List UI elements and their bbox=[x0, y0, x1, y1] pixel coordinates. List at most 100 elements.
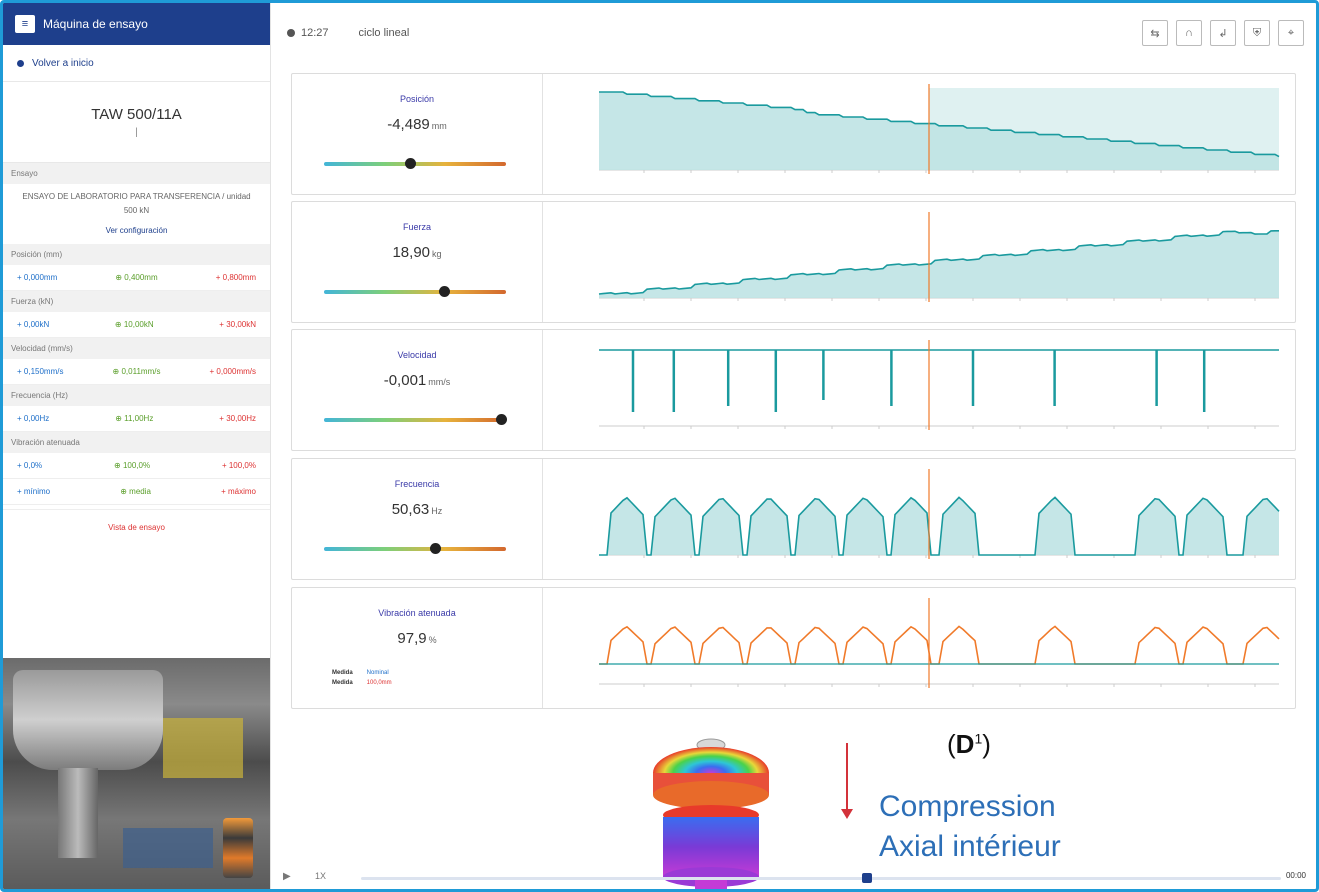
limit-row: + mínimo ⊕ media + máximo bbox=[3, 479, 270, 505]
panel-unit: mm/s bbox=[428, 377, 451, 387]
panel-value: 97,9% bbox=[292, 630, 542, 647]
caption-line2: Axial intérieur bbox=[879, 830, 1061, 863]
timeseries-svg bbox=[599, 469, 1280, 559]
legend-row: Medida Nominal bbox=[332, 668, 392, 678]
panel-title: Velocidad bbox=[397, 350, 437, 360]
gauge-knob bbox=[439, 286, 451, 297]
timeseries-svg bbox=[599, 340, 1279, 430]
panel-value-number: -4,489 bbox=[387, 116, 430, 133]
panel-label-area: Vibración atenuada 97,9% Medida Nominal Medi… bbox=[292, 588, 543, 708]
compression-caption: Compression Axial intérieur bbox=[879, 787, 1061, 867]
tool-button-4[interactable]: ⌖ bbox=[1278, 20, 1304, 46]
series-area bbox=[599, 497, 1279, 555]
test-view-link[interactable]: Vista de ensayo bbox=[3, 509, 270, 544]
limit-row: + 0,150mm/s ⊕ 0,011mm/s + 0,000mm/s bbox=[3, 359, 270, 385]
panel-unit: mm bbox=[431, 121, 447, 131]
photo-piston bbox=[58, 768, 98, 858]
limit-group-head: Posición (mm) bbox=[3, 244, 270, 265]
limit-max[interactable]: + máximo bbox=[221, 487, 256, 496]
machine-photo bbox=[3, 658, 270, 889]
panel-label-area: Frecuencia 50,63 Hz bbox=[292, 459, 543, 579]
tool-button-3[interactable]: ⛨ bbox=[1244, 20, 1270, 46]
legend-b-value: 100,0mm bbox=[366, 680, 392, 686]
value-gauge bbox=[324, 158, 506, 169]
tool-button-2[interactable]: ↲ bbox=[1210, 20, 1236, 46]
timeseries-chart bbox=[544, 74, 1294, 194]
test-desc-text: ENSAYO DE LABORATORIO PARA TRANSFERENCIA… bbox=[22, 192, 251, 215]
panel-value-number: -0,001 bbox=[383, 372, 427, 389]
back-dot-icon bbox=[17, 59, 24, 67]
time-display: 12:27 bbox=[301, 27, 329, 39]
timeline-thumb[interactable] bbox=[862, 873, 872, 883]
limit-target[interactable]: ⊕ 10,00kN bbox=[115, 320, 154, 329]
limit-target[interactable]: ⊕ 0,400mm bbox=[115, 273, 157, 282]
legend-a-label: Medida bbox=[332, 670, 353, 676]
limit-row: + 0,0% ⊕ 100,0% + 100,0% bbox=[3, 453, 270, 479]
panel-title: Posición bbox=[399, 94, 435, 104]
value-gauge bbox=[324, 286, 506, 297]
top-bar: 12:27 ciclo lineal ⇆ ∩ ↲ ⛨ ⌖ bbox=[271, 3, 1316, 63]
timeseries-svg bbox=[599, 84, 1280, 174]
panel-value-number: 18,90 bbox=[392, 244, 431, 261]
test-description: ENSAYO DE LABORATORIO PARA TRANSFERENCIA… bbox=[3, 184, 270, 244]
sidebar-header: ≡ Máquina de ensayo bbox=[3, 3, 270, 45]
chart-panel: Frecuencia 50,63 Hz bbox=[291, 458, 1296, 580]
photo-base bbox=[123, 828, 213, 868]
panel-value-number: 50,63 bbox=[391, 501, 430, 518]
series-line bbox=[599, 625, 1280, 665]
limit-row: + 0,00kN ⊕ 10,00kN + 30,00kN bbox=[3, 312, 270, 338]
panel-unit: % bbox=[428, 635, 437, 645]
limit-min[interactable]: + 0,000mm bbox=[17, 273, 57, 282]
limit-min[interactable]: + 0,00Hz bbox=[17, 414, 49, 423]
limit-max[interactable]: + 100,0% bbox=[222, 461, 256, 470]
limit-min[interactable]: + 0,150mm/s bbox=[17, 367, 63, 376]
panel-label-area: Posición -4,489 mm bbox=[292, 74, 543, 194]
limit-row: + 0,000mm ⊕ 0,400mm + 0,800mm bbox=[3, 265, 270, 291]
limit-min[interactable]: + 0,0% bbox=[17, 461, 42, 470]
limits-groups: Posición (mm) + 0,000mm ⊕ 0,400mm + 0,800mm… bbox=[3, 244, 270, 505]
limit-min[interactable]: + 0,00kN bbox=[17, 320, 49, 329]
back-link[interactable]: Volver a inicio bbox=[3, 45, 270, 82]
limit-target[interactable]: ⊕ 100,0% bbox=[114, 461, 150, 470]
panel-value: -0,001 mm/s bbox=[292, 372, 542, 389]
panel-title: Vibración atenuada bbox=[378, 608, 456, 618]
vibration-legend: Medida Nominal Medida 100,0mm bbox=[332, 668, 392, 688]
app-frame: ≡ Máquina de ensayo Volver a inicio TAW … bbox=[0, 0, 1319, 892]
panel-title: Fuerza bbox=[402, 222, 431, 232]
limit-max[interactable]: + 0,800mm bbox=[216, 273, 256, 282]
limit-max[interactable]: + 30,00Hz bbox=[219, 414, 256, 423]
timeline-slider[interactable] bbox=[361, 873, 1281, 883]
limit-target[interactable]: ⊕ 0,011mm/s bbox=[113, 367, 161, 376]
chart-panel: Fuerza 18,90 kg bbox=[291, 201, 1296, 323]
value-gauge bbox=[324, 414, 507, 425]
machine-card: TAW 500/11A | bbox=[3, 82, 270, 163]
gauge-knob bbox=[404, 158, 416, 169]
play-icon[interactable]: ▶ bbox=[283, 871, 291, 882]
timeseries-chart bbox=[544, 202, 1294, 322]
test-section-head: Ensayo bbox=[3, 163, 270, 184]
photo-frame-part bbox=[163, 718, 243, 778]
limit-target[interactable]: ⊕ 11,00Hz bbox=[115, 414, 153, 423]
photo-press-head bbox=[13, 670, 163, 770]
tool-button-1[interactable]: ∩ bbox=[1176, 20, 1202, 46]
limit-min[interactable]: + mínimo bbox=[17, 487, 50, 496]
limit-target[interactable]: ⊕ media bbox=[120, 487, 151, 496]
panel-title: Frecuencia bbox=[394, 479, 440, 489]
limit-max[interactable]: + 0,000mm/s bbox=[210, 367, 256, 376]
limit-row: + 0,00Hz ⊕ 11,00Hz + 30,00Hz bbox=[3, 406, 270, 432]
cycle-status: ciclo lineal bbox=[358, 27, 410, 39]
limit-group-head: Frecuencia (Hz) bbox=[3, 385, 270, 406]
test-config-link[interactable]: Ver configuración bbox=[17, 224, 256, 238]
chart-panel: Vibración atenuada 97,9% Medida Nominal Medi… bbox=[291, 587, 1296, 709]
speed-select[interactable]: 1X bbox=[315, 871, 326, 881]
limit-max[interactable]: + 30,00kN bbox=[219, 320, 256, 329]
player-bar: ▶ 1X 00:00 bbox=[271, 865, 1316, 889]
future-region bbox=[929, 88, 1279, 170]
timeseries-chart bbox=[544, 588, 1294, 708]
tool-button-0[interactable]: ⇆ bbox=[1142, 20, 1168, 46]
panel-value: 50,63 Hz bbox=[292, 501, 542, 518]
timeseries-svg bbox=[599, 598, 1280, 688]
limit-group-head: Velocidad (mm/s) bbox=[3, 338, 270, 359]
legend-row: Medida 100,0mm bbox=[332, 678, 392, 688]
machine-sub: | bbox=[135, 127, 138, 138]
